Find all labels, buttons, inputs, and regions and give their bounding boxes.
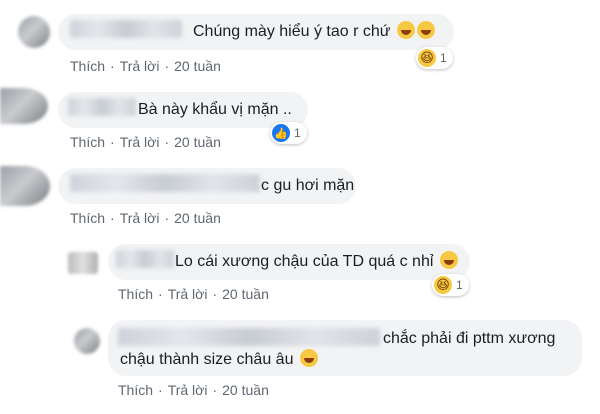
- avatar[interactable]: [0, 88, 48, 124]
- comment-actions: Thích · Trả lời · 20 tuần: [70, 58, 221, 74]
- reply-link[interactable]: Trả lời: [120, 134, 160, 150]
- comment-bubble: c gu hơi mặn: [58, 168, 356, 204]
- like-link[interactable]: Thích: [70, 134, 105, 150]
- timestamp[interactable]: 20 tuần: [222, 286, 269, 302]
- comment-text-line1: chắc phải đi pttm xương: [383, 330, 556, 347]
- comment-actions: Thích · Trả lời · 20 tuần: [70, 134, 221, 150]
- avatar[interactable]: [18, 16, 50, 48]
- comment-actions: Thích · Trả lời · 20 tuần: [118, 286, 269, 302]
- separator: ·: [212, 286, 218, 302]
- avatar[interactable]: [0, 166, 50, 206]
- grin-emoji-icon: [416, 21, 435, 39]
- comment-text: Lo cái xương chậu của TD quá c nhỉ: [175, 251, 458, 273]
- comment-text-line2: chậu thành size châu âu: [120, 349, 318, 371]
- comment-text: Chúng mày hiểu ý tao r chứ: [193, 21, 435, 43]
- like-link[interactable]: Thích: [118, 382, 153, 398]
- separator: ·: [164, 58, 170, 74]
- commenter-name-blurred[interactable]: [70, 174, 260, 192]
- timestamp[interactable]: 20 tuần: [174, 58, 221, 74]
- reaction-count[interactable]: 😆 1: [416, 47, 453, 69]
- reaction-count[interactable]: 😆 1: [432, 274, 469, 296]
- comment-bubble: chắc phải đi pttm xương chậu thành size …: [108, 320, 582, 376]
- separator: ·: [158, 286, 163, 302]
- comment-text: c gu hơi mặn: [261, 177, 355, 194]
- commenter-name-blurred[interactable]: [118, 328, 380, 346]
- comment-bubble: Chúng mày hiểu ý tao r chứ: [58, 14, 454, 50]
- commenter-name-blurred[interactable]: [68, 98, 136, 116]
- commenter-name-blurred[interactable]: [116, 250, 174, 268]
- comment-bubble: Bà này khẩu vị mặn ..: [58, 92, 308, 128]
- grin-emoji-icon: [439, 251, 458, 269]
- rofl-emoji-icon: [299, 349, 318, 367]
- separator: ·: [110, 58, 115, 74]
- timestamp[interactable]: 20 tuần: [174, 134, 221, 150]
- timestamp[interactable]: 20 tuần: [174, 210, 221, 226]
- separator: ·: [164, 134, 170, 150]
- avatar[interactable]: [74, 328, 100, 354]
- comment-text: Bà này khẩu vị mặn ..: [138, 101, 292, 118]
- separator: ·: [164, 210, 170, 226]
- grin-emoji-icon: [396, 21, 415, 39]
- like-link[interactable]: Thích: [70, 58, 105, 74]
- reply-link[interactable]: Trả lời: [168, 382, 208, 398]
- timestamp[interactable]: 20 tuần: [222, 382, 269, 398]
- separator: ·: [212, 382, 218, 398]
- reply-link[interactable]: Trả lời: [120, 210, 160, 226]
- separator: ·: [110, 134, 115, 150]
- comment-actions: Thích · Trả lời · 20 tuần: [118, 382, 269, 398]
- reply-link[interactable]: Trả lời: [168, 286, 208, 302]
- haha-icon: 😆: [434, 276, 452, 294]
- reaction-count[interactable]: 👍 1: [270, 122, 307, 144]
- like-icon: 👍: [272, 124, 290, 142]
- commenter-name-blurred[interactable]: [70, 20, 182, 38]
- comment-actions: Thích · Trả lời · 20 tuần: [70, 210, 221, 226]
- comment-bubble: Lo cái xương chậu của TD quá c nhỉ: [108, 244, 470, 280]
- haha-icon: 😆: [418, 49, 436, 67]
- avatar[interactable]: [68, 252, 98, 274]
- separator: ·: [158, 382, 163, 398]
- like-link[interactable]: Thích: [118, 286, 153, 302]
- reply-link[interactable]: Trả lời: [120, 58, 160, 74]
- like-link[interactable]: Thích: [70, 210, 105, 226]
- separator: ·: [110, 210, 115, 226]
